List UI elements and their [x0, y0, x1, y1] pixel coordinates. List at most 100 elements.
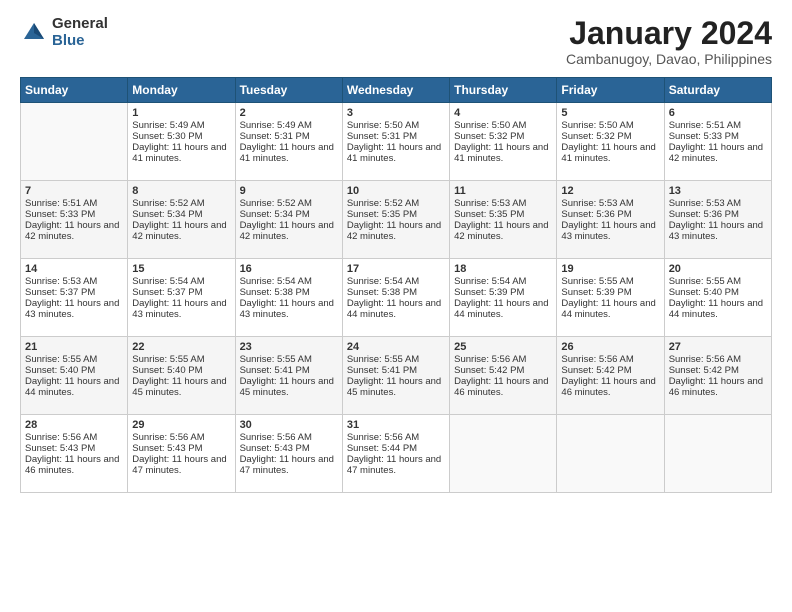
sunrise-text: Sunrise: 5:56 AM — [240, 432, 338, 443]
col-header-monday: Monday — [128, 78, 235, 103]
sunset-text: Sunset: 5:31 PM — [240, 131, 338, 142]
sunrise-text: Sunrise: 5:55 AM — [132, 354, 230, 365]
calendar-cell: 10Sunrise: 5:52 AMSunset: 5:35 PMDayligh… — [342, 181, 449, 259]
sunrise-text: Sunrise: 5:54 AM — [240, 276, 338, 287]
day-number: 6 — [669, 107, 767, 119]
calendar-table: SundayMondayTuesdayWednesdayThursdayFrid… — [20, 77, 772, 493]
sunset-text: Sunset: 5:36 PM — [669, 209, 767, 220]
sunrise-text: Sunrise: 5:52 AM — [347, 198, 445, 209]
daylight-text: Daylight: 11 hours and 45 minutes. — [347, 376, 445, 398]
calendar-cell: 13Sunrise: 5:53 AMSunset: 5:36 PMDayligh… — [664, 181, 771, 259]
sunset-text: Sunset: 5:42 PM — [669, 365, 767, 376]
calendar-cell: 30Sunrise: 5:56 AMSunset: 5:43 PMDayligh… — [235, 415, 342, 493]
logo-general-text: General — [52, 16, 108, 33]
sunset-text: Sunset: 5:42 PM — [561, 365, 659, 376]
daylight-text: Daylight: 11 hours and 43 minutes. — [669, 220, 767, 242]
sunrise-text: Sunrise: 5:53 AM — [561, 198, 659, 209]
day-number: 27 — [669, 341, 767, 353]
day-number: 12 — [561, 185, 659, 197]
calendar-cell: 3Sunrise: 5:50 AMSunset: 5:31 PMDaylight… — [342, 103, 449, 181]
sunset-text: Sunset: 5:37 PM — [25, 287, 123, 298]
sunset-text: Sunset: 5:36 PM — [561, 209, 659, 220]
calendar-cell: 20Sunrise: 5:55 AMSunset: 5:40 PMDayligh… — [664, 259, 771, 337]
sunrise-text: Sunrise: 5:50 AM — [561, 120, 659, 131]
col-header-wednesday: Wednesday — [342, 78, 449, 103]
daylight-text: Daylight: 11 hours and 45 minutes. — [240, 376, 338, 398]
daylight-text: Daylight: 11 hours and 41 minutes. — [347, 142, 445, 164]
daylight-text: Daylight: 11 hours and 46 minutes. — [669, 376, 767, 398]
logo-icon — [20, 19, 48, 47]
sunrise-text: Sunrise: 5:52 AM — [132, 198, 230, 209]
sunset-text: Sunset: 5:38 PM — [240, 287, 338, 298]
daylight-text: Daylight: 11 hours and 46 minutes. — [561, 376, 659, 398]
calendar-cell — [557, 415, 664, 493]
day-number: 29 — [132, 419, 230, 431]
calendar-cell: 17Sunrise: 5:54 AMSunset: 5:38 PMDayligh… — [342, 259, 449, 337]
daylight-text: Daylight: 11 hours and 42 minutes. — [454, 220, 552, 242]
daylight-text: Daylight: 11 hours and 44 minutes. — [25, 376, 123, 398]
day-number: 30 — [240, 419, 338, 431]
daylight-text: Daylight: 11 hours and 47 minutes. — [347, 454, 445, 476]
calendar-cell: 27Sunrise: 5:56 AMSunset: 5:42 PMDayligh… — [664, 337, 771, 415]
calendar-cell: 28Sunrise: 5:56 AMSunset: 5:43 PMDayligh… — [21, 415, 128, 493]
sunset-text: Sunset: 5:33 PM — [669, 131, 767, 142]
col-header-tuesday: Tuesday — [235, 78, 342, 103]
daylight-text: Daylight: 11 hours and 45 minutes. — [132, 376, 230, 398]
sunset-text: Sunset: 5:44 PM — [347, 443, 445, 454]
sunrise-text: Sunrise: 5:55 AM — [669, 276, 767, 287]
sunrise-text: Sunrise: 5:50 AM — [454, 120, 552, 131]
calendar-cell: 26Sunrise: 5:56 AMSunset: 5:42 PMDayligh… — [557, 337, 664, 415]
sunrise-text: Sunrise: 5:56 AM — [25, 432, 123, 443]
daylight-text: Daylight: 11 hours and 47 minutes. — [132, 454, 230, 476]
col-header-thursday: Thursday — [450, 78, 557, 103]
sunset-text: Sunset: 5:30 PM — [132, 131, 230, 142]
sunset-text: Sunset: 5:39 PM — [561, 287, 659, 298]
daylight-text: Daylight: 11 hours and 43 minutes. — [561, 220, 659, 242]
daylight-text: Daylight: 11 hours and 43 minutes. — [240, 298, 338, 320]
sunset-text: Sunset: 5:41 PM — [347, 365, 445, 376]
calendar-cell: 31Sunrise: 5:56 AMSunset: 5:44 PMDayligh… — [342, 415, 449, 493]
sunrise-text: Sunrise: 5:52 AM — [240, 198, 338, 209]
daylight-text: Daylight: 11 hours and 43 minutes. — [132, 298, 230, 320]
sunset-text: Sunset: 5:40 PM — [132, 365, 230, 376]
calendar-cell: 4Sunrise: 5:50 AMSunset: 5:32 PMDaylight… — [450, 103, 557, 181]
sunset-text: Sunset: 5:39 PM — [454, 287, 552, 298]
day-number: 11 — [454, 185, 552, 197]
logo: General Blue — [20, 16, 108, 49]
month-title: January 2024 — [566, 16, 772, 51]
day-number: 8 — [132, 185, 230, 197]
col-header-saturday: Saturday — [664, 78, 771, 103]
day-number: 1 — [132, 107, 230, 119]
sunset-text: Sunset: 5:43 PM — [132, 443, 230, 454]
calendar-cell: 6Sunrise: 5:51 AMSunset: 5:33 PMDaylight… — [664, 103, 771, 181]
sunrise-text: Sunrise: 5:55 AM — [25, 354, 123, 365]
day-number: 25 — [454, 341, 552, 353]
day-number: 15 — [132, 263, 230, 275]
calendar-cell: 21Sunrise: 5:55 AMSunset: 5:40 PMDayligh… — [21, 337, 128, 415]
sunrise-text: Sunrise: 5:51 AM — [669, 120, 767, 131]
sunrise-text: Sunrise: 5:55 AM — [347, 354, 445, 365]
daylight-text: Daylight: 11 hours and 44 minutes. — [561, 298, 659, 320]
sunrise-text: Sunrise: 5:56 AM — [561, 354, 659, 365]
day-number: 31 — [347, 419, 445, 431]
calendar-week-row: 14Sunrise: 5:53 AMSunset: 5:37 PMDayligh… — [21, 259, 772, 337]
calendar-cell: 16Sunrise: 5:54 AMSunset: 5:38 PMDayligh… — [235, 259, 342, 337]
location: Cambanugoy, Davao, Philippines — [566, 51, 772, 67]
calendar-cell: 12Sunrise: 5:53 AMSunset: 5:36 PMDayligh… — [557, 181, 664, 259]
sunset-text: Sunset: 5:43 PM — [25, 443, 123, 454]
daylight-text: Daylight: 11 hours and 42 minutes. — [132, 220, 230, 242]
daylight-text: Daylight: 11 hours and 44 minutes. — [347, 298, 445, 320]
calendar-cell — [21, 103, 128, 181]
daylight-text: Daylight: 11 hours and 46 minutes. — [25, 454, 123, 476]
sunrise-text: Sunrise: 5:49 AM — [240, 120, 338, 131]
day-number: 10 — [347, 185, 445, 197]
calendar-cell: 8Sunrise: 5:52 AMSunset: 5:34 PMDaylight… — [128, 181, 235, 259]
calendar-cell: 24Sunrise: 5:55 AMSunset: 5:41 PMDayligh… — [342, 337, 449, 415]
sunset-text: Sunset: 5:31 PM — [347, 131, 445, 142]
sunrise-text: Sunrise: 5:55 AM — [561, 276, 659, 287]
calendar-cell: 23Sunrise: 5:55 AMSunset: 5:41 PMDayligh… — [235, 337, 342, 415]
daylight-text: Daylight: 11 hours and 42 minutes. — [240, 220, 338, 242]
day-number: 18 — [454, 263, 552, 275]
day-number: 20 — [669, 263, 767, 275]
col-header-friday: Friday — [557, 78, 664, 103]
